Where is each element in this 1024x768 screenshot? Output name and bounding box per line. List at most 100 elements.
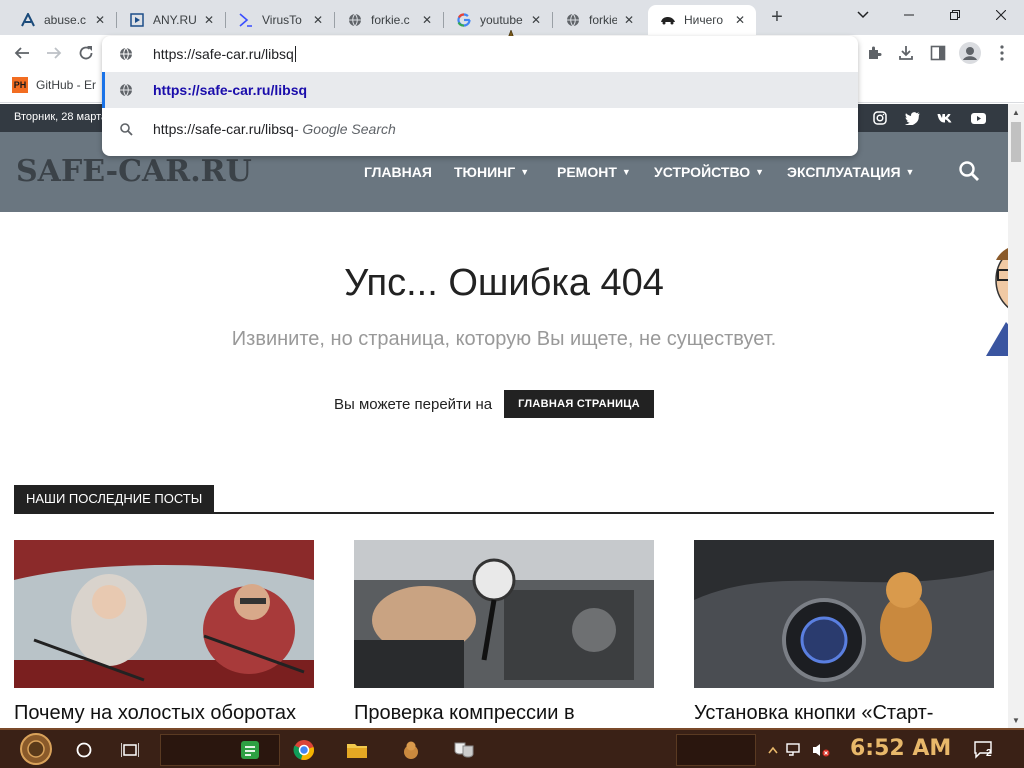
anyrun-logo-icon xyxy=(129,12,145,28)
notification-count: 2 xyxy=(986,748,992,759)
menu-item-label: ЭКСПЛУАТАЦИЯ xyxy=(787,164,901,180)
chevron-down-icon: ▼ xyxy=(621,167,631,177)
notifications-icon[interactable]: 2 xyxy=(970,736,998,764)
globe-icon xyxy=(118,82,134,98)
forward-button[interactable] xyxy=(40,39,68,67)
youtube-icon[interactable] xyxy=(970,110,986,126)
text-caret xyxy=(294,46,296,62)
bookmark-label: GitHub - Er xyxy=(36,78,97,92)
post-title[interactable]: Почему на холостых оборотах xyxy=(14,702,314,725)
post-image-idle[interactable] xyxy=(14,540,314,688)
twitter-icon[interactable] xyxy=(904,110,920,126)
google-logo-icon xyxy=(456,12,472,28)
error-subtitle: Извините, но страница, которую Вы ищете,… xyxy=(231,328,777,350)
tab-title: VirusTo xyxy=(262,13,302,27)
extensions-icon[interactable] xyxy=(862,41,886,65)
cortana-icon[interactable] xyxy=(70,736,98,764)
suggestion-search-suffix: - Google Search xyxy=(293,121,396,137)
chevron-down-icon: ▼ xyxy=(520,167,530,177)
omnibox-suggestion-search[interactable]: https://safe-car.ru/libsq - Google Searc… xyxy=(102,111,858,147)
home-page-button[interactable]: ГЛАВНАЯ СТРАНИЦА xyxy=(504,390,654,418)
network-icon[interactable] xyxy=(784,736,806,764)
page-scrollbar[interactable]: ▲ ▼ xyxy=(1008,104,1024,728)
restore-button[interactable] xyxy=(932,0,978,30)
bookmark-badge: PH xyxy=(12,77,28,93)
tab-forkie-2[interactable]: forkie.c ✕ xyxy=(553,5,645,35)
section-divider xyxy=(14,512,994,514)
suggestion-url-text: https://safe-car.ru/libsq xyxy=(153,82,308,98)
site-logo[interactable]: SAFE-CAR.RU xyxy=(16,154,252,189)
start-button[interactable] xyxy=(18,732,54,766)
tray-chevron-icon[interactable] xyxy=(764,736,782,764)
scroll-down-icon[interactable]: ▼ xyxy=(1008,712,1024,728)
scroll-up-icon[interactable]: ▲ xyxy=(1008,104,1024,120)
tab-active-safecar[interactable]: Ничего ✕ xyxy=(648,5,756,35)
taskbar-clock[interactable]: 6:52 AM xyxy=(850,736,951,761)
tab-virustotal[interactable]: VirusTo ✕ xyxy=(226,5,334,35)
chrome-icon[interactable] xyxy=(290,736,318,764)
error-title: Упс... Ошибка 404 xyxy=(344,262,664,304)
back-button[interactable] xyxy=(8,39,36,67)
goto-line: Вы можете перейти на ГЛАВНАЯ СТРАНИЦА xyxy=(334,390,654,418)
post-title[interactable]: Проверка компрессии в xyxy=(354,702,654,725)
task-view-icon[interactable] xyxy=(116,736,144,764)
goto-text: Вы можете перейти на xyxy=(334,395,493,413)
hamster-app-icon[interactable] xyxy=(397,736,425,764)
menu-item-operation[interactable]: ЭКСПЛУАТАЦИЯ ▼ xyxy=(787,162,914,182)
download-icon[interactable] xyxy=(894,41,918,65)
recent-posts-heading: НАШИ ПОСЛЕДНИЕ ПОСТЫ xyxy=(14,485,215,512)
close-icon[interactable]: ✕ xyxy=(419,12,435,28)
globe-icon xyxy=(118,46,134,62)
tab-title: abuse.c xyxy=(44,13,87,27)
volume-muted-icon[interactable] xyxy=(810,736,832,764)
notes-app-icon[interactable] xyxy=(236,736,264,764)
tab-forkie-1[interactable]: forkie.c ✕ xyxy=(335,5,443,35)
post-image-start-button[interactable] xyxy=(694,540,994,688)
menu-item-label: ТЮНИНГ xyxy=(454,164,516,180)
menu-item-device[interactable]: УСТРОЙСТВО ▼ xyxy=(654,162,764,182)
profile-avatar-icon[interactable] xyxy=(958,41,982,65)
omnibox-suggestion-url[interactable]: https://safe-car.ru/libsq xyxy=(102,72,858,108)
menu-item-repair[interactable]: РЕМОНТ ▼ xyxy=(557,162,631,182)
close-icon[interactable]: ✕ xyxy=(732,12,748,28)
post-title[interactable]: Установка кнопки «Старт- xyxy=(694,702,994,725)
reload-button[interactable] xyxy=(72,39,100,67)
site-search-icon[interactable] xyxy=(958,160,980,182)
menu-item-label: ГЛАВНАЯ xyxy=(364,164,432,180)
menu-item-home[interactable]: ГЛАВНАЯ xyxy=(364,162,432,182)
tab-title: youtube xyxy=(480,13,523,27)
tab-youtube[interactable]: youtube ✕ xyxy=(444,5,552,35)
close-icon[interactable]: ✕ xyxy=(201,12,217,28)
chevron-down-icon: ▼ xyxy=(755,167,765,177)
tab-title: Ничего xyxy=(684,13,724,27)
side-mascot-image xyxy=(986,240,1008,356)
new-tab-button[interactable]: + xyxy=(765,6,789,30)
vk-icon[interactable] xyxy=(937,110,953,126)
close-icon[interactable]: ✕ xyxy=(310,12,326,28)
close-icon[interactable]: ✕ xyxy=(92,12,108,28)
chevron-down-icon: ▼ xyxy=(905,167,915,177)
omnibox-dropdown: https://safe-car.ru/libsq https://safe-c… xyxy=(102,36,858,156)
menu-item-tuning[interactable]: ТЮНИНГ ▼ xyxy=(454,162,529,182)
omnibox-typed-text: https://safe-car.ru/libsq xyxy=(153,46,294,62)
close-window-button[interactable] xyxy=(978,0,1024,30)
instagram-icon[interactable] xyxy=(872,110,888,126)
car-icon xyxy=(660,12,676,28)
side-panel-icon[interactable] xyxy=(926,41,950,65)
scrollbar-thumb[interactable] xyxy=(1011,122,1021,162)
post-image-compression[interactable] xyxy=(354,540,654,688)
tab-title: forkie.c xyxy=(589,13,617,27)
omnibox-input[interactable]: https://safe-car.ru/libsq xyxy=(102,36,858,72)
more-menu-icon[interactable] xyxy=(990,41,1014,65)
masks-app-icon[interactable] xyxy=(450,736,478,764)
tab-abuse[interactable]: abuse.c ✕ xyxy=(8,5,116,35)
minimize-button[interactable] xyxy=(886,0,932,30)
file-explorer-icon[interactable] xyxy=(343,736,371,764)
tab-search-chevron-icon[interactable] xyxy=(840,0,886,30)
tab-anyrun[interactable]: ANY.RU ✕ xyxy=(117,5,225,35)
close-icon[interactable]: ✕ xyxy=(528,12,544,28)
close-icon[interactable]: ✕ xyxy=(621,12,637,28)
bookmark-github[interactable]: PH GitHub - Er xyxy=(12,77,96,93)
taskbar-deco xyxy=(676,734,756,766)
taskbar: 6:52 AM 2 xyxy=(0,728,1024,768)
